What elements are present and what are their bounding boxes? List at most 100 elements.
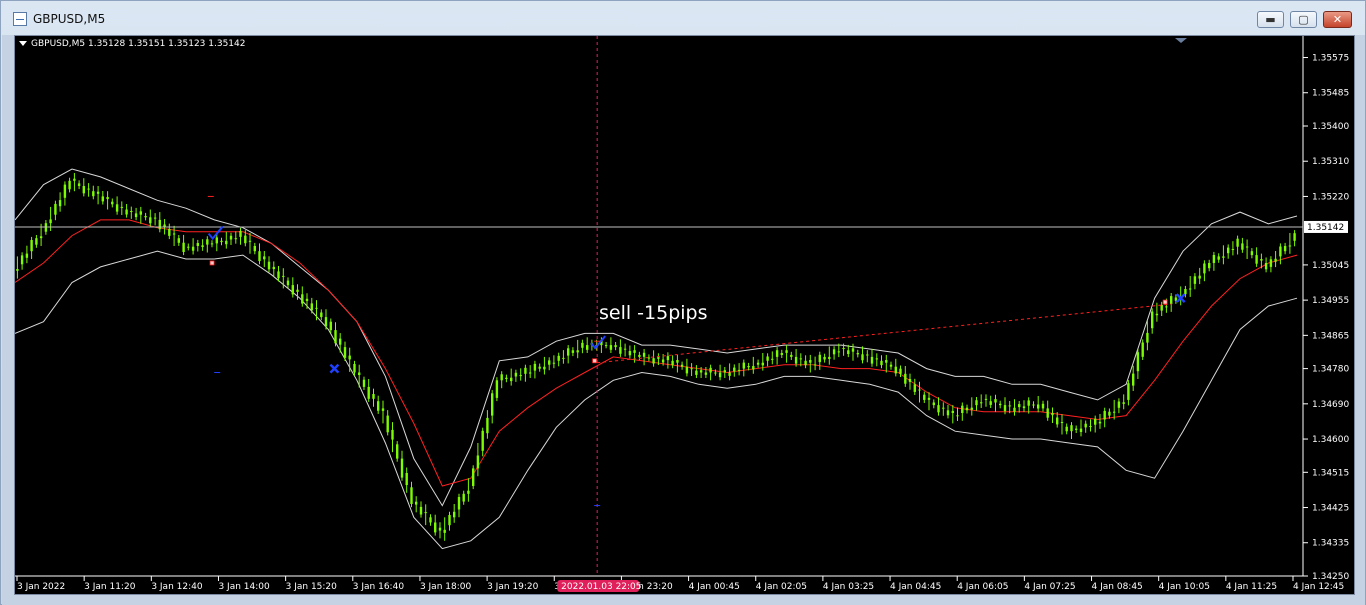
- candle-body: [1160, 305, 1163, 311]
- candle-body: [1208, 263, 1211, 269]
- candle-body: [704, 372, 708, 375]
- candle-body: [457, 497, 461, 510]
- candle-body: [1027, 400, 1030, 406]
- candle-body: [334, 330, 337, 344]
- candle-body: [87, 188, 90, 190]
- candle-body: [168, 229, 171, 236]
- candle-body: [244, 235, 247, 244]
- candle-body: [239, 230, 242, 237]
- time-tick-label: 3 Jan 2022: [17, 582, 65, 592]
- candle-body: [714, 372, 717, 374]
- candle-body: [400, 458, 404, 478]
- lower-band-line: [14, 250, 1298, 550]
- candle-body: [1170, 296, 1173, 305]
- buy-signal-check-icon: [207, 225, 224, 241]
- collapse-triangle-icon[interactable]: [19, 41, 27, 46]
- candle-body: [68, 180, 71, 190]
- candle-body: [1264, 263, 1268, 270]
- time-tick-label: 4 Jan 00:45: [689, 582, 740, 592]
- candle-body: [301, 294, 304, 304]
- title-bar[interactable]: GBPUSD,M5 ▬ ▢ ✕: [1, 1, 1365, 35]
- candle-body: [491, 393, 494, 416]
- candle-body: [780, 353, 783, 355]
- candle-body: [510, 377, 513, 382]
- candle-body: [942, 407, 945, 409]
- candle-body: [666, 356, 670, 361]
- candle-body: [1070, 425, 1073, 432]
- time-tick-label: 3 Jan 12:40: [151, 582, 203, 592]
- candle-body: [913, 384, 916, 392]
- candle-body: [1198, 275, 1201, 279]
- time-tick-label: 4 Jan 04:45: [890, 582, 941, 592]
- candle-body: [671, 360, 674, 366]
- candle-body: [476, 455, 480, 469]
- price-tick-label: 1.35400: [1312, 122, 1349, 132]
- candle-body: [885, 360, 888, 363]
- candle-body: [856, 353, 859, 355]
- candle-body: [377, 401, 380, 411]
- time-tick-label: 4 Jan 06:05: [957, 582, 1008, 592]
- candle-body: [144, 216, 147, 218]
- candle-body: [467, 490, 470, 494]
- price-tick-label: 1.34780: [1312, 365, 1349, 375]
- close-button[interactable]: ✕: [1323, 11, 1352, 28]
- candle-body: [329, 321, 332, 331]
- candle-body: [1189, 288, 1192, 290]
- candle-body: [989, 401, 992, 405]
- candle-body: [604, 345, 608, 347]
- candle-body: [177, 238, 180, 243]
- candle-body: [310, 303, 313, 311]
- candle-body: [1008, 405, 1011, 407]
- candle-body: [927, 397, 931, 400]
- candle-body: [628, 351, 632, 356]
- candle-body: [25, 253, 29, 258]
- candle-body: [348, 355, 351, 360]
- candle-body: [92, 191, 95, 197]
- candle-body: [1141, 342, 1144, 357]
- candle-body: [970, 407, 973, 410]
- candle-body: [875, 358, 878, 360]
- candle-body: [410, 487, 413, 504]
- candle-body: [937, 405, 940, 413]
- candle-body: [39, 236, 43, 239]
- candle-body: [30, 240, 33, 252]
- candle-body: [1279, 246, 1282, 257]
- candle-body: [1236, 238, 1239, 247]
- time-tick-label: 3 Jan 19:20: [487, 582, 539, 592]
- price-tick-label: 1.35485: [1312, 89, 1349, 99]
- candle-body: [486, 417, 489, 434]
- candle-body: [49, 219, 52, 224]
- candle-body: [851, 348, 855, 352]
- candle-body: [747, 366, 750, 368]
- price-tick-label: 1.35045: [1312, 261, 1349, 271]
- candle-body: [1018, 404, 1021, 408]
- upper-band-line: [14, 168, 1298, 507]
- price-tick-label: 1.34955: [1312, 296, 1349, 306]
- candle-body: [434, 522, 437, 533]
- candle-body: [880, 360, 883, 366]
- candle-body: [647, 357, 651, 359]
- candle-body: [823, 356, 826, 360]
- candle-body: [286, 280, 290, 286]
- price-chart[interactable]: 1.35575 1.35485 1.35400 1.35310 1.35220 1.350…: [14, 35, 1355, 595]
- candle-body: [1217, 256, 1220, 260]
- candle-body: [120, 206, 123, 208]
- terminal-window: GBPUSD,M5 ▬ ▢ ✕ 1.35575 1.35485 1.35400 1.3…: [0, 0, 1366, 605]
- candle-body: [514, 372, 518, 377]
- candle-body: [785, 350, 788, 353]
- price-tick-label: 1.34250: [1312, 572, 1349, 582]
- order-marker: [592, 358, 597, 364]
- minimize-button[interactable]: ▬: [1257, 11, 1284, 28]
- candle-body: [1184, 289, 1187, 295]
- candle-body: [1241, 243, 1244, 250]
- candle-body: [495, 380, 499, 398]
- candle-body: [1046, 408, 1049, 418]
- candle-body: [267, 261, 271, 270]
- maximize-button[interactable]: ▢: [1290, 11, 1317, 28]
- candle-body: [191, 246, 195, 251]
- candle-body: [362, 379, 366, 387]
- time-tick-label: 3 Jan 16:40: [353, 582, 405, 592]
- candle-body: [1155, 313, 1159, 316]
- candle-body: [500, 374, 503, 381]
- left-border: [2, 35, 14, 595]
